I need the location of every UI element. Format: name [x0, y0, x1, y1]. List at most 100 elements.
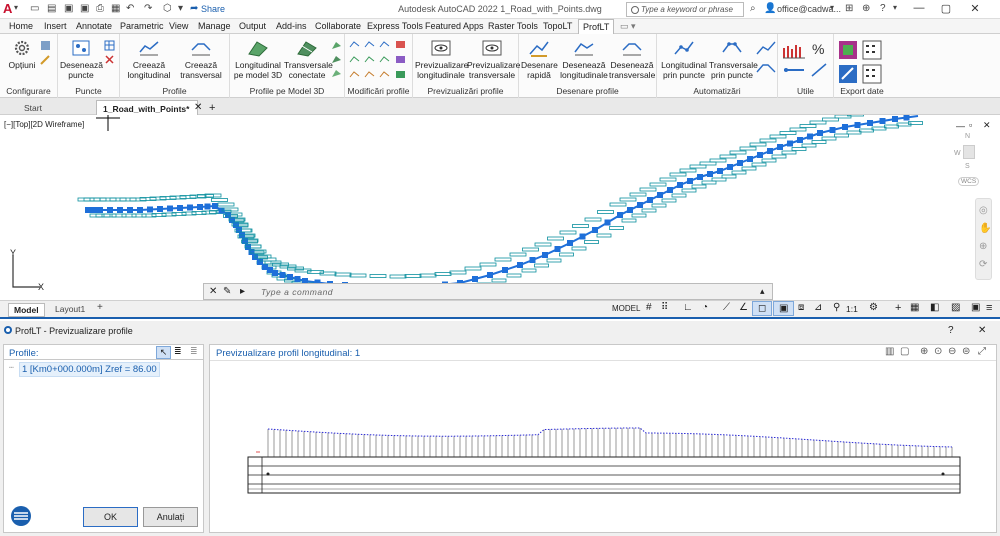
- modify-tool-5-icon[interactable]: [349, 54, 360, 65]
- pan-icon[interactable]: ✋: [979, 223, 991, 234]
- model-3d-tool-1-icon[interactable]: [331, 40, 342, 51]
- modify-tool-2-icon[interactable]: [364, 39, 375, 50]
- modify-tool-12-icon[interactable]: [395, 69, 406, 80]
- settings-brush-icon[interactable]: [40, 54, 51, 65]
- deseneaza-puncte-button[interactable]: Desenează puncte: [60, 38, 103, 80]
- modify-tool-8-icon[interactable]: [395, 54, 406, 65]
- modify-tool-10-icon[interactable]: [364, 69, 375, 80]
- transversale-conectate-button[interactable]: Transversale conectate: [284, 38, 333, 80]
- tab-model[interactable]: Model: [8, 303, 45, 317]
- creeaza-longitudinal-button[interactable]: Creează longitudinal: [124, 38, 174, 80]
- util-percent-icon[interactable]: %: [810, 40, 828, 58]
- util-measure-icon[interactable]: [782, 62, 806, 78]
- new-tab-button[interactable]: +: [203, 99, 221, 114]
- annotation-monitor-icon[interactable]: +: [890, 301, 906, 315]
- steering-wheel-icon[interactable]: ◎: [979, 205, 988, 216]
- modify-tool-6-icon[interactable]: [364, 54, 375, 65]
- dialog-close-icon[interactable]: ✕: [978, 325, 986, 336]
- help-icon[interactable]: ?: [880, 3, 886, 16]
- tab-insert[interactable]: Insert: [44, 21, 67, 31]
- new-file-icon[interactable]: ▭: [30, 3, 39, 16]
- command-input[interactable]: Type a command: [261, 287, 761, 297]
- tab-express-tools[interactable]: Express Tools: [367, 21, 423, 31]
- util-line-icon[interactable]: [810, 62, 828, 78]
- viewport-close-icon[interactable]: ✕: [983, 120, 991, 131]
- search-binoculars-icon[interactable]: ⌕: [750, 3, 756, 16]
- preview-chart-icon[interactable]: ▥: [885, 346, 894, 357]
- new-layout-button[interactable]: +: [92, 301, 108, 314]
- pan-preview-icon[interactable]: ⤢: [978, 346, 986, 357]
- tab-featured-apps[interactable]: Featured Apps: [425, 21, 484, 31]
- lineweight-icon[interactable]: ▣: [773, 301, 795, 316]
- previzualizare-longitudinale-button[interactable]: Previzualizare longitudinale: [415, 38, 468, 80]
- modify-tool-9-icon[interactable]: [349, 69, 360, 80]
- isodraft-icon[interactable]: ⟋: [718, 301, 735, 314]
- osnap-icon[interactable]: ◻: [752, 301, 773, 316]
- snap-icon[interactable]: ⠿: [656, 301, 673, 314]
- orbit-icon[interactable]: ⟳: [979, 259, 987, 270]
- command-close-icon[interactable]: ✕: [209, 286, 217, 297]
- workspace-icon[interactable]: ⬡: [163, 3, 172, 16]
- help-chevron-icon[interactable]: ▾: [893, 3, 897, 16]
- share-icon[interactable]: ➦: [190, 3, 198, 16]
- share-label[interactable]: Share: [201, 4, 225, 17]
- tab-home[interactable]: Home: [9, 21, 33, 31]
- creeaza-transversal-button[interactable]: Creează transversal: [176, 38, 226, 80]
- dialog-help-button[interactable]: ?: [948, 325, 954, 336]
- transversale-prin-puncte-button[interactable]: Transversale prin puncte: [709, 38, 758, 80]
- quick-access-more-icon[interactable]: ▾: [178, 3, 183, 16]
- modify-tool-11-icon[interactable]: [379, 69, 390, 80]
- tab-proflt[interactable]: ProfLT: [578, 19, 615, 34]
- model-3d-tool-3-icon[interactable]: [331, 68, 342, 79]
- viewport-minimize-icon[interactable]: —: [956, 121, 965, 131]
- maximize-icon[interactable]: ▢: [937, 2, 955, 16]
- point-delete-icon[interactable]: [104, 54, 115, 65]
- viewport-restore-icon[interactable]: ▫: [969, 120, 972, 130]
- model-3d-tool-2-icon[interactable]: [331, 54, 342, 65]
- modify-tool-4-icon[interactable]: [395, 39, 406, 50]
- export-data-3-icon[interactable]: [838, 64, 858, 84]
- modify-tool-7-icon[interactable]: [379, 54, 390, 65]
- redo-icon[interactable]: ↷: [144, 3, 152, 16]
- grid-icon[interactable]: #: [641, 301, 657, 314]
- auto-trans-batch-icon[interactable]: [756, 60, 776, 76]
- previzualizare-transversale-button[interactable]: Previzualizare transversale: [467, 38, 520, 80]
- export-data-1-icon[interactable]: [838, 40, 858, 60]
- undo-icon[interactable]: ↶: [126, 3, 134, 16]
- zoom-out-icon[interactable]: ⊖: [948, 346, 956, 357]
- tab-raster-tools[interactable]: Raster Tools: [488, 21, 538, 31]
- customization-icon[interactable]: ≡: [981, 301, 997, 315]
- command-history-icon[interactable]: ▸: [240, 286, 245, 297]
- app-menu-chevron-icon[interactable]: ▾: [14, 3, 18, 16]
- zoom-extents-preview-icon[interactable]: ⊜: [962, 346, 970, 357]
- minimize-icon[interactable]: —: [910, 2, 928, 16]
- export-data-4-icon[interactable]: [862, 64, 882, 84]
- cart-icon[interactable]: ⊞: [845, 3, 853, 16]
- units-icon[interactable]: ▦: [905, 301, 924, 314]
- open-folder-icon[interactable]: ▤: [47, 3, 56, 16]
- annotation-scale[interactable]: 1:1: [841, 303, 863, 315]
- viewcube-face[interactable]: [963, 145, 975, 159]
- deseneaza-transversale-button[interactable]: Desenează transversale: [609, 38, 655, 80]
- tab-topolt[interactable]: TopoLT: [543, 21, 572, 31]
- selection-cycling-icon[interactable]: ⊿: [809, 301, 827, 314]
- doc-tab-active[interactable]: 1_Road_with_Points*: [96, 100, 198, 115]
- transparency-icon[interactable]: ⧈: [793, 301, 809, 314]
- command-expand-icon[interactable]: ▴: [760, 286, 765, 297]
- hardware-accel-icon[interactable]: ▨: [946, 301, 965, 314]
- user-chevron-icon[interactable]: ▾: [830, 3, 834, 16]
- auto-long-batch-icon[interactable]: [756, 40, 776, 56]
- tab-view[interactable]: View: [169, 21, 188, 31]
- polar-icon[interactable]: ◔: [697, 301, 713, 314]
- command-settings-icon[interactable]: ✎: [223, 286, 231, 297]
- modify-tool-1-icon[interactable]: [349, 39, 360, 50]
- ok-button[interactable]: OK: [83, 507, 138, 527]
- save-icon[interactable]: ▣: [64, 3, 73, 16]
- zoom-extents-icon[interactable]: ⊕: [979, 241, 987, 252]
- preview-fit-icon[interactable]: ▢: [900, 346, 909, 357]
- model-space-toggle[interactable]: MODEL: [607, 303, 645, 314]
- longitudinal-prin-puncte-button[interactable]: Longitudinal prin puncte: [659, 38, 709, 80]
- sort-icon[interactable]: ≣: [190, 346, 198, 357]
- layers-icon[interactable]: [40, 40, 51, 51]
- point-table-icon[interactable]: [104, 40, 115, 51]
